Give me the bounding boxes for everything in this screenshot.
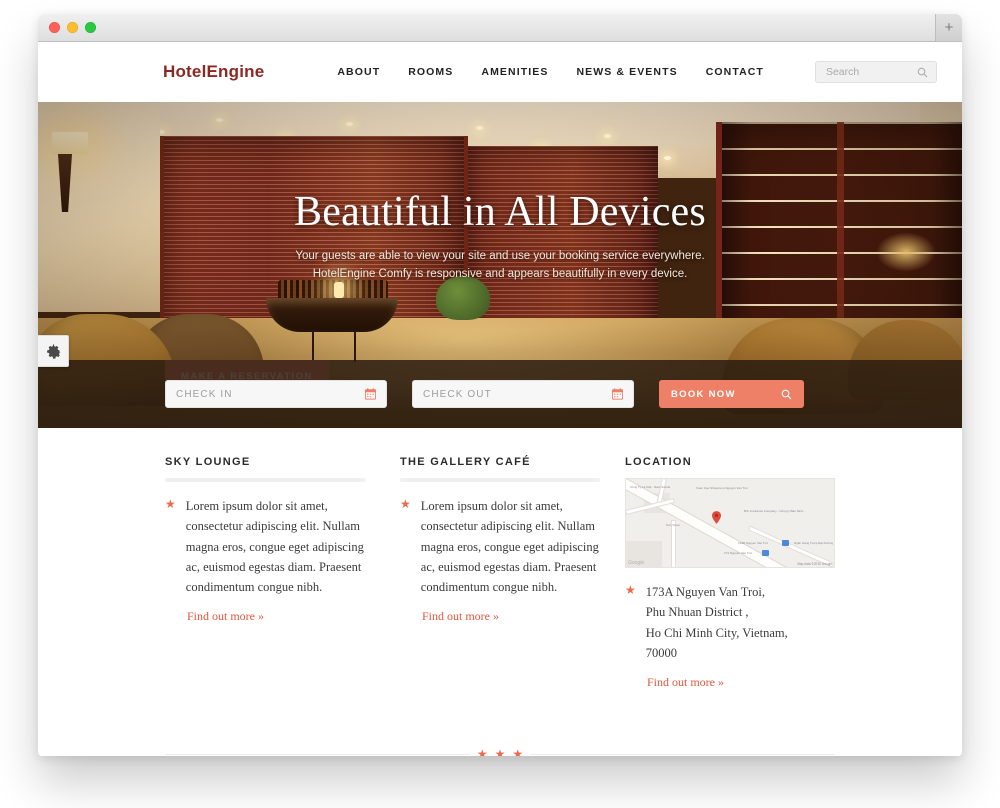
section-rule: [400, 478, 600, 482]
star-icon: ★: [400, 497, 411, 511]
location-map[interactable]: Công Ty Lê Kiệt - Nam Suzuki Xuan Cau Sh…: [625, 478, 835, 568]
star-icon: ★: [512, 747, 524, 756]
map-poi-icon[interactable]: [782, 540, 789, 546]
main-content: SKY LOUNGE ★ Lorem ipsum dolor sit amet,…: [38, 428, 962, 756]
map-label: Công Ty Lê Kiệt - Nam Suzuki: [630, 485, 671, 489]
nav-item-contact[interactable]: CONTACT: [706, 66, 764, 78]
search-icon: [917, 67, 928, 77]
calendar-icon[interactable]: [365, 388, 376, 400]
settings-tab-button[interactable]: [38, 335, 69, 367]
column-body: Lorem ipsum dolor sit amet, consectetur …: [420, 499, 599, 594]
browser-titlebar: +: [38, 14, 962, 42]
gear-icon: [46, 343, 61, 359]
find-out-more-link[interactable]: Find out more »: [422, 609, 499, 624]
section-title: THE GALLERY CAFÉ: [400, 456, 531, 468]
nav-item-amenities[interactable]: AMENITIES: [481, 66, 548, 78]
section-title: LOCATION: [625, 456, 693, 468]
page-viewport: HotelEngine ABOUT ROOMS AMENITIES NEWS &…: [38, 42, 962, 756]
close-window-button[interactable]: [49, 22, 60, 33]
search-input[interactable]: [823, 65, 917, 79]
map-poi-icon[interactable]: [762, 550, 769, 556]
hero-subtitle: Your guests are able to view your site a…: [220, 248, 780, 284]
feature-columns: SKY LOUNGE ★ Lorem ipsum dolor sit amet,…: [165, 428, 835, 691]
star-icon: ★: [625, 583, 636, 597]
map-label: BIC Insurance Company - Công ty Bảo hiểm…: [744, 509, 806, 513]
column-sky-lounge: SKY LOUNGE ★ Lorem ipsum dolor sit amet,…: [165, 456, 365, 691]
minimize-window-button[interactable]: [67, 22, 78, 33]
address-line-4: 70000: [645, 645, 678, 660]
site-logo[interactable]: HotelEngine: [163, 62, 264, 82]
map-label: 273 Nguyen Van Troi: [724, 551, 752, 555]
hero-title: Beautiful in All Devices: [294, 189, 706, 235]
star-icon: ★: [476, 747, 488, 756]
bullet-item: ★ Lorem ipsum dolor sit amet, consectetu…: [400, 496, 600, 597]
checkout-label: CHECK OUT: [423, 388, 492, 400]
address-line-2: Phu Nhuan District ,: [645, 605, 749, 620]
section-title: SKY LOUNGE: [165, 456, 251, 468]
nav-item-about[interactable]: ABOUT: [337, 66, 380, 78]
traffic-light-group: [49, 22, 96, 33]
star-divider: ★ ★ ★: [165, 747, 836, 756]
map-attribution: Map data ©2015 Google: [797, 562, 832, 566]
search-box[interactable]: [814, 61, 937, 83]
map-label: Ngân Hàng Tmcp Đại Dương (Oceanbank): [794, 541, 834, 545]
main-navigation: ABOUT ROOMS AMENITIES NEWS & EVENTS CONT…: [337, 66, 764, 78]
hero-banner: Beautiful in All Devices Your guests are…: [38, 102, 962, 428]
map-watermark: Google: [628, 560, 645, 566]
search-icon: [781, 389, 792, 399]
calendar-icon[interactable]: [612, 388, 623, 400]
checkout-field[interactable]: CHECK OUT: [412, 380, 634, 408]
map-pin-icon[interactable]: [712, 511, 721, 524]
map-label: 142B Nguyen Van Troi: [738, 541, 768, 545]
star-icon: ★: [494, 747, 506, 756]
booking-bar: CHECK IN CHECK OUT BOOK NOW: [38, 360, 962, 428]
browser-window: + HotelEngine ABOUT ROOMS AMENITIES NEWS…: [38, 14, 962, 756]
map-label: Sun Tower: [666, 523, 681, 527]
checkin-label: CHECK IN: [176, 388, 233, 400]
plus-icon: +: [944, 19, 954, 36]
bullet-item: ★ Lorem ipsum dolor sit amet, consectetu…: [165, 496, 365, 597]
find-out-more-link[interactable]: Find out more »: [647, 675, 724, 690]
site-header: HotelEngine ABOUT ROOMS AMENITIES NEWS &…: [38, 42, 962, 102]
address-line-1: 173A Nguyen Van Troi,: [645, 585, 765, 599]
checkin-field[interactable]: CHECK IN: [165, 380, 387, 408]
address-block: ★ 173A Nguyen Van Troi, Phu Nhuan Distri…: [625, 582, 835, 663]
map-label: Xuan Cau Showroom Nguyen Van Troi: [696, 486, 748, 490]
address-line-3: Ho Chi Minh City, Vietnam,: [645, 625, 788, 640]
book-now-button[interactable]: BOOK NOW: [659, 380, 804, 408]
book-now-label: BOOK NOW: [671, 388, 736, 400]
column-body: Lorem ipsum dolor sit amet, consectetur …: [185, 499, 364, 594]
section-rule: [165, 478, 365, 482]
column-gallery-cafe: THE GALLERY CAFÉ ★ Lorem ipsum dolor sit…: [400, 456, 600, 691]
divider-line-left: [165, 754, 470, 756]
new-tab-button[interactable]: +: [935, 14, 962, 41]
column-location: LOCATION Công Ty Lê Kiệt - Nam Suzuki Xu…: [625, 456, 835, 691]
hero-copy: Beautiful in All Devices Your guests are…: [38, 188, 962, 284]
address-text: 173A Nguyen Van Troi, Phu Nhuan District…: [646, 582, 788, 663]
star-icon: ★: [165, 497, 176, 511]
nav-item-news-events[interactable]: NEWS & EVENTS: [576, 66, 677, 78]
find-out-more-link[interactable]: Find out more »: [187, 609, 264, 624]
hero-subtitle-line-2: HotelEngine Comfy is responsive and appe…: [312, 267, 688, 280]
divider-line-right: [530, 754, 836, 756]
nav-item-rooms[interactable]: ROOMS: [408, 66, 453, 78]
hero-subtitle-line-1: Your guests are able to view your site a…: [295, 250, 705, 262]
zoom-window-button[interactable]: [85, 22, 96, 33]
